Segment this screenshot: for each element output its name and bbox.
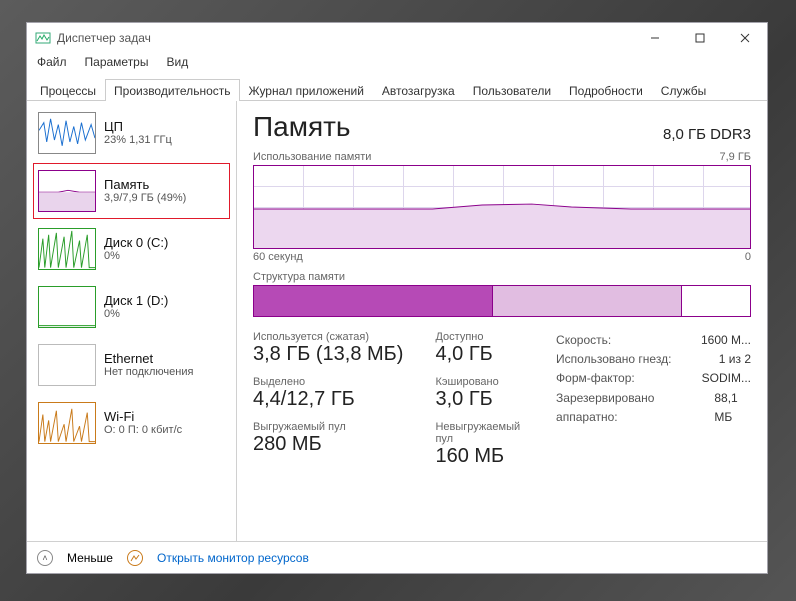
tab-startup[interactable]: Автозагрузка [373,79,464,101]
menu-options[interactable]: Параметры [83,53,151,75]
available-value: 4,0 ГБ [435,343,524,366]
cached-value: 3,0 ГБ [435,388,524,411]
reserved-v: 88,1 МБ [714,389,751,427]
mem-seg-free [681,286,750,316]
tab-performance[interactable]: Производительность [105,79,239,101]
window-title: Диспетчер задач [57,31,151,45]
reserved-k: Зарезервировано аппаратно: [556,389,690,427]
sidebar-disk0-sub: 0% [104,250,168,263]
cached-label: Кэшировано [435,376,524,388]
sidebar-item-ethernet[interactable]: Ethernet Нет подключения [33,337,230,393]
sidebar-ethernet-sub: Нет подключения [104,366,193,379]
available-label: Доступно [435,331,524,343]
sidebar-cpu-title: ЦП [104,119,172,135]
used-label: Используется (сжатая) [253,331,403,343]
mem-seg-cached [492,286,680,316]
close-button[interactable] [722,23,767,53]
menu-view[interactable]: Вид [164,53,190,75]
chart-x-right: 0 [745,251,751,263]
sidebar-disk0-title: Диск 0 (C:) [104,235,168,251]
mem-seg-used [254,286,492,316]
minimize-button[interactable] [632,23,677,53]
cpu-thumb [38,112,96,154]
tabstrip: Процессы Производительность Журнал прило… [27,75,767,101]
structure-label: Структура памяти [253,271,345,283]
content-body: ЦП 23% 1,31 ГГц Память 3,9/7,9 ГБ (49%) [27,101,767,541]
chevron-up-icon[interactable]: ˄ [37,550,53,566]
paged-label: Выгружаемый пул [253,421,403,433]
slots-k: Использовано гнезд: [556,350,671,369]
tab-users[interactable]: Пользователи [464,79,560,101]
memory-usage-chart[interactable] [253,165,751,249]
maximize-button[interactable] [677,23,722,53]
sidebar-cpu-sub: 23% 1,31 ГГц [104,134,172,147]
sidebar-item-disk0[interactable]: Диск 0 (C:) 0% [33,221,230,277]
tab-details[interactable]: Подробности [560,79,652,101]
sidebar-disk1-sub: 0% [104,308,168,321]
resmon-icon [127,550,143,566]
sidebar-memory-sub: 3,9/7,9 ГБ (49%) [104,192,186,205]
sidebar-item-cpu[interactable]: ЦП 23% 1,31 ГГц [33,105,230,161]
open-resmon-link[interactable]: Открыть монитор ресурсов [157,551,309,565]
form-v: SODIM... [702,369,751,388]
speed-k: Скорость: [556,331,611,350]
sidebar-disk1-title: Диск 1 (D:) [104,293,168,309]
tab-processes[interactable]: Процессы [31,79,105,101]
nonpaged-label: Невыгружаемый пул [435,421,524,445]
less-button[interactable]: Меньше [67,551,113,565]
page-title: Память [253,111,351,143]
usage-max: 7,9 ГБ [719,151,751,163]
perf-sidebar: ЦП 23% 1,31 ГГц Память 3,9/7,9 ГБ (49%) [27,101,237,541]
memory-structure-bar[interactable] [253,285,751,317]
disk1-thumb [38,286,96,328]
sidebar-wifi-sub: О: 0 П: 0 кбит/с [104,424,182,437]
slots-v: 1 из 2 [719,350,751,369]
memory-thumb [38,170,96,212]
chart-x-left: 60 секунд [253,251,303,263]
mem-details-table: Скорость: 1600 М... Использовано гнезд: 1 … [556,331,751,468]
titlebar: Диспетчер задач [27,23,767,53]
memory-spec: 8,0 ГБ DDR3 [663,126,751,143]
menubar: Файл Параметры Вид [27,53,767,75]
speed-v: 1600 М... [701,331,751,350]
tab-services[interactable]: Службы [652,79,715,101]
footer: ˄ Меньше Открыть монитор ресурсов [27,541,767,573]
sidebar-memory-title: Память [104,177,186,193]
committed-label: Выделено [253,376,403,388]
sidebar-item-wifi[interactable]: Wi-Fi О: 0 П: 0 кбит/с [33,395,230,451]
menu-file[interactable]: Файл [35,53,69,75]
main-panel: Память 8,0 ГБ DDR3 Использование памяти … [237,101,767,541]
app-icon [35,30,51,46]
usage-label: Использование памяти [253,151,371,163]
wifi-thumb [38,402,96,444]
ethernet-thumb [38,344,96,386]
sidebar-item-memory[interactable]: Память 3,9/7,9 ГБ (49%) [33,163,230,219]
paged-value: 280 МБ [253,433,403,456]
window-controls [632,23,767,53]
tab-app-history[interactable]: Журнал приложений [240,79,373,101]
sidebar-ethernet-title: Ethernet [104,351,193,367]
form-k: Форм-фактор: [556,369,635,388]
nonpaged-value: 160 МБ [435,445,524,468]
stats-area: Используется (сжатая) 3,8 ГБ (13,8 МБ) В… [253,331,751,468]
sidebar-wifi-title: Wi-Fi [104,409,182,425]
committed-value: 4,4/12,7 ГБ [253,388,403,411]
sidebar-item-disk1[interactable]: Диск 1 (D:) 0% [33,279,230,335]
used-value: 3,8 ГБ (13,8 МБ) [253,343,403,366]
task-manager-window: Диспетчер задач Файл Параметры Вид Проце… [26,22,768,574]
disk0-thumb [38,228,96,270]
